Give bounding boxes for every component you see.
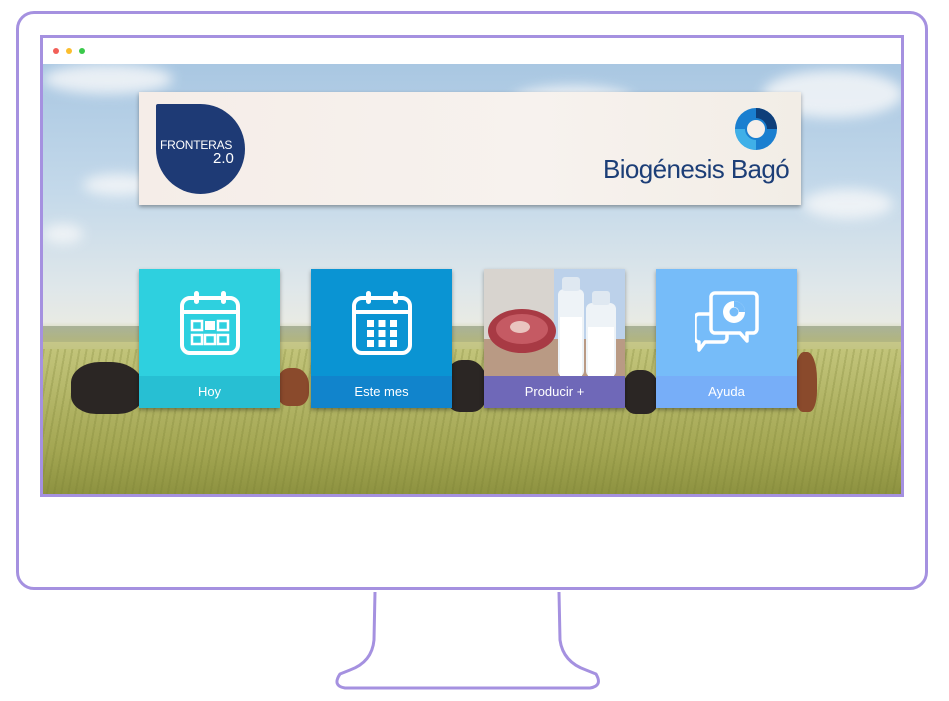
cow [71, 362, 143, 414]
tile-hoy-label: Hoy [139, 376, 280, 408]
meat-milk-photo [484, 269, 625, 377]
chat-help-icon [694, 291, 759, 352]
tile-ayuda-label: Ayuda [656, 376, 797, 408]
logo-version: 2.0 [213, 150, 234, 167]
header-banner: FRONTERAS 2.0 Biogénesis Bagó [139, 92, 801, 205]
cow [623, 370, 659, 414]
calendar-today-icon [179, 291, 240, 355]
tile-ayuda[interactable]: Ayuda [656, 269, 797, 408]
cow [277, 368, 309, 406]
biogenesis-logo-icon [735, 108, 777, 150]
tile-este-mes-label: Este mes [311, 376, 452, 408]
biogenesis-brand-name: Biogénesis Bagó [603, 154, 790, 184]
tile-producir[interactable]: Producir + [484, 269, 625, 408]
window-maximize-button[interactable] [79, 48, 85, 54]
app-screen: FRONTERAS 2.0 Biogénesis Bagó Hoy Este m… [40, 35, 904, 497]
tile-este-mes[interactable]: Este mes [311, 269, 452, 408]
window-minimize-button[interactable] [66, 48, 72, 54]
tile-hoy[interactable]: Hoy [139, 269, 280, 408]
calendar-month-icon [351, 291, 412, 355]
fronteras-logo[interactable]: FRONTERAS 2.0 [156, 104, 245, 194]
window-titlebar [43, 38, 901, 64]
cow [795, 352, 817, 412]
window-close-button[interactable] [53, 48, 59, 54]
tile-producir-label: Producir + [484, 376, 625, 408]
